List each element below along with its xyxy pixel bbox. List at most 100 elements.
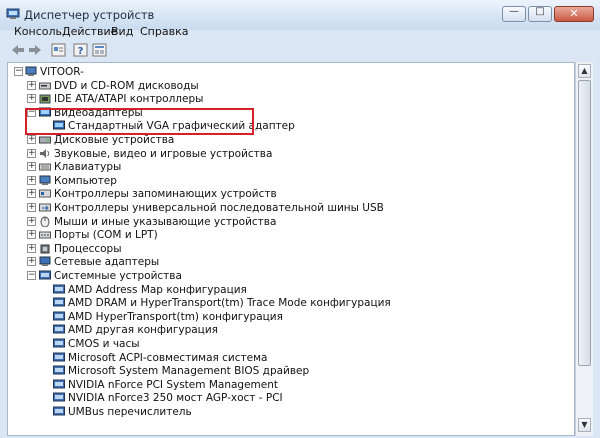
system-device-icon [53,352,65,362]
tree-device[interactable]: AMD DRAM и HyperTransport(tm) Trace Mode… [8,296,568,310]
help-icon[interactable]: ? [73,43,89,57]
tree-device-label: UMBus перечислитель [68,406,192,418]
storage-controller-icon [39,189,51,198]
menu-view[interactable]: Вид [111,25,133,38]
expand-icon[interactable]: + [27,135,36,144]
system-device-icon [53,284,65,294]
tree-device-label: CMOS и часы [68,338,140,350]
tree-device[interactable]: Microsoft System Management BIOS драйвер [8,364,568,378]
back-arrow-icon[interactable] [10,43,26,57]
menu-action[interactable]: Действие [62,25,117,38]
mouse-icon [40,216,50,227]
tree-device-label: Microsoft System Management BIOS драйвер [68,365,310,378]
tree-category-label: Дисковые устройства [54,134,175,146]
tree-category[interactable]: + Контроллеры запоминающих устройств [8,187,568,201]
expand-icon[interactable]: + [27,203,36,212]
tree-category-label: DVD и CD-ROM дисководы [54,79,199,92]
tree-device[interactable]: Microsoft ACPI-совместимая система [8,351,568,365]
collapse-icon[interactable]: − [14,67,23,76]
tree-category-label: Контроллеры универсальной последовательн… [54,202,384,214]
tree-device-label: NVIDIA nForce3 250 мост AGP-хост - PCI [68,392,283,405]
tree-category-label: Процессоры [54,242,122,255]
tree-device[interactable]: AMD Address Map конфигурация [8,283,568,297]
tree-device-label: Microsoft ACPI-совместимая система [68,351,268,364]
system-device-icon [53,324,65,334]
tree-category[interactable]: + IDE ATA/ATAPI контроллеры [8,92,568,106]
tree-category-label: IDE ATA/ATAPI контроллеры [54,93,204,106]
tree-category[interactable]: + Процессоры [8,242,568,256]
tree-device-label: AMD другая конфигурация [68,324,218,337]
menu-bar: Консоль Действие Вид Справка [0,22,600,42]
tree-category[interactable]: − Системные устройства [8,269,568,283]
expand-icon[interactable]: + [27,230,36,240]
scroll-up-button[interactable]: ▲ [578,64,591,78]
collapse-icon[interactable]: − [27,271,36,280]
tree-device-label: NVIDIA nForce PCI System Management [68,378,278,391]
processor-icon [40,244,50,254]
tree-device-label: AMD HyperTransport(tm) конфигурация [68,310,283,323]
tree-category[interactable]: + Компьютер [8,174,568,188]
system-device-icon [39,270,51,280]
expand-icon[interactable]: + [27,94,36,104]
toolbar: ? [0,40,600,62]
maximize-button[interactable]: □ [528,6,552,22]
svg-text:?: ? [78,46,84,57]
highlight-box [25,108,254,135]
tree-root-label: VITOOR- [40,66,84,78]
menu-console[interactable]: Консоль [14,25,62,38]
port-icon [39,231,51,239]
computer-icon [25,66,37,76]
device-manager-window: Диспетчер устройств — □ ✕ Консоль Действ… [0,0,600,438]
ide-controller-icon [39,94,51,104]
system-device-icon [53,392,65,402]
tree-device[interactable]: AMD другая конфигурация [8,323,568,337]
tree-category[interactable]: + Звуковые, видео и игровые устройства [8,147,568,161]
scroll-down-button[interactable]: ▼ [578,418,591,432]
tree-category[interactable]: + Сетевые адаптеры [8,255,568,269]
expand-icon[interactable]: + [27,175,36,185]
tree-root[interactable]: − VITOOR- [8,65,568,79]
tree-category[interactable]: + Дисковые устройства [8,133,568,147]
expand-icon[interactable]: + [27,243,36,253]
vertical-scrollbar[interactable]: ▲ ▼ [575,62,593,436]
menu-help[interactable]: Справка [140,25,188,38]
dvd-drive-icon [39,82,51,90]
system-device-icon [53,338,65,348]
properties-icon[interactable] [51,43,67,57]
tree-category[interactable]: + Порты (COM и LPT) [8,228,568,242]
expand-icon[interactable]: + [27,148,36,158]
system-device-icon [53,297,65,307]
tree-category-label: Компьютер [54,174,117,187]
close-button[interactable]: ✕ [554,6,594,22]
tree-device-label: AMD DRAM и HyperTransport(tm) Trace Mode… [68,297,391,310]
tree-device[interactable]: CMOS и часы [8,337,568,351]
tree-device[interactable]: AMD HyperTransport(tm) конфигурация [8,310,568,324]
tree-category-label: Мыши и иные указывающие устройства [54,215,277,228]
tree-category[interactable]: + Мыши и иные указывающие устройства [8,215,568,229]
expand-icon[interactable]: + [27,162,36,172]
window-title: Диспетчер устройств [24,8,155,22]
tree-category[interactable]: + Контроллеры универсальной последователь… [8,201,568,215]
tree-device[interactable]: NVIDIA nForce3 250 мост AGP-хост - PCI [8,391,568,405]
system-device-icon [53,311,65,321]
tree-category-label: Звуковые, видео и игровые устройства [54,147,273,160]
details-icon[interactable] [92,43,108,57]
expand-icon[interactable]: + [27,80,36,90]
scroll-thumb[interactable] [578,80,591,366]
tree-category-label: Порты (COM и LPT) [54,229,158,242]
system-device-icon [53,365,65,375]
tree-category[interactable]: + Клавиатуры [8,160,568,174]
sound-icon [40,148,50,158]
system-device-icon [53,406,65,416]
expand-icon[interactable]: + [27,189,36,199]
tree-device[interactable]: UMBus перечислитель [8,405,568,419]
tree-device[interactable]: NVIDIA nForce PCI System Management [8,378,568,392]
expand-icon[interactable]: + [27,216,36,226]
disk-drive-icon [39,136,51,144]
expand-icon[interactable]: + [27,257,36,267]
forward-arrow-icon[interactable] [27,43,43,57]
minimize-button[interactable]: — [502,6,526,22]
tree-category[interactable]: + DVD и CD-ROM дисководы [8,79,568,93]
usb-icon [39,203,51,212]
network-adapter-icon [39,256,51,267]
